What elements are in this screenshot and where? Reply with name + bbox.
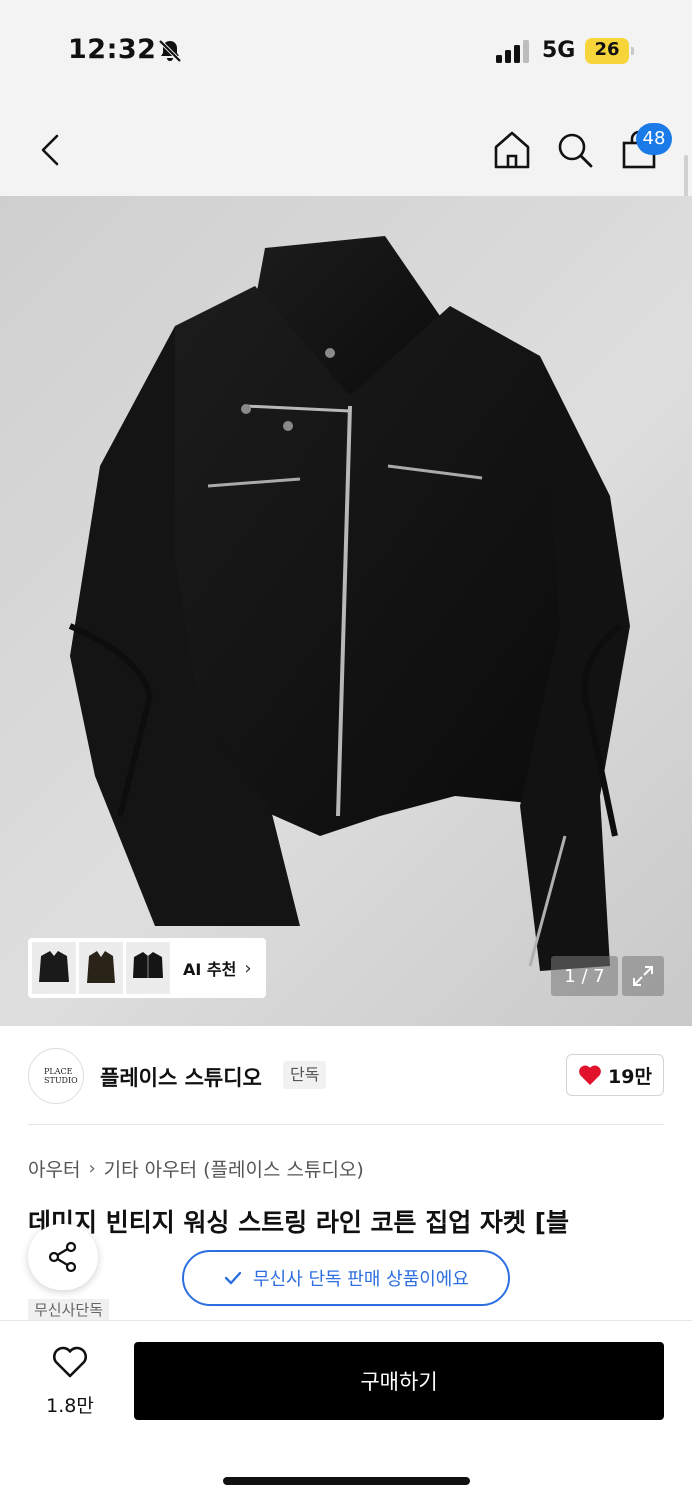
- recommend-thumbnail[interactable]: [126, 942, 170, 994]
- jacket-illustration: [68, 236, 630, 971]
- expand-icon: [633, 966, 653, 986]
- search-icon: [558, 133, 593, 168]
- divider: [28, 1124, 664, 1125]
- product-image[interactable]: AI 추천 › 1 / 7: [0, 196, 692, 1026]
- status-time: 12:32: [68, 34, 157, 65]
- cellular-signal-icon: [496, 40, 529, 63]
- wishlist-count: 1.8만: [46, 1395, 94, 1417]
- chevron-right-icon: ›: [244, 957, 252, 979]
- home-icon: [494, 131, 530, 169]
- exclusive-notice-text: 무신사 단독 판매 상품이에요: [253, 1269, 469, 1290]
- breadcrumb: 아우터 › 기타 아우터 (플레이스 스튜디오): [28, 1155, 364, 1182]
- exclusive-notice-pill[interactable]: 무신사 단독 판매 상품이에요: [182, 1250, 510, 1306]
- ai-recommend-panel[interactable]: AI 추천 ›: [28, 938, 266, 998]
- brand-like-count: 19만: [608, 1065, 652, 1088]
- brand-like-button[interactable]: 19만: [566, 1054, 664, 1096]
- breadcrumb-subcategory[interactable]: 기타 아우터 (플레이스 스튜디오): [104, 1155, 364, 1182]
- home-button[interactable]: [488, 124, 536, 176]
- brand-row: PLACE STUDIO 플레이스 스튜디오 단독 19만: [28, 1046, 664, 1106]
- top-nav-bar: [0, 100, 692, 196]
- share-button[interactable]: [28, 1224, 98, 1290]
- brand-logo-text: PLACE STUDIO: [44, 1067, 78, 1085]
- bottom-action-bar: 1.8만 구매하기: [0, 1320, 692, 1500]
- battery-level: 26: [594, 39, 620, 60]
- bell-off-icon: [158, 39, 182, 63]
- expand-image-button[interactable]: [622, 956, 664, 996]
- cart-count-badge: 48: [636, 123, 672, 155]
- wishlist-button[interactable]: 1.8만: [30, 1345, 110, 1421]
- product-title: 데미지 빈티지 워싱 스트링 라인 코튼 집업 자켓 [블: [28, 1208, 570, 1237]
- brand-name[interactable]: 플레이스 스튜디오: [100, 1062, 262, 1092]
- chevron-left-icon: [41, 134, 59, 166]
- status-bar: 12:32 5G 26: [0, 0, 692, 100]
- recommend-thumbnail[interactable]: [32, 942, 76, 994]
- heart-outline-icon: [53, 1346, 87, 1378]
- brand-exclusive-tag: 단독: [283, 1061, 327, 1089]
- ai-recommend-label: AI 추천: [183, 960, 237, 979]
- chevron-right-icon: ›: [88, 1158, 96, 1179]
- image-page-counter: 1 / 7: [551, 956, 618, 996]
- home-indicator: [223, 1477, 470, 1485]
- recommend-thumbnail[interactable]: [79, 942, 123, 994]
- brand-logo[interactable]: PLACE STUDIO: [28, 1048, 84, 1104]
- battery-icon: 26: [585, 38, 635, 64]
- share-icon: [48, 1241, 77, 1273]
- search-button[interactable]: [551, 124, 599, 176]
- back-button[interactable]: [26, 124, 74, 176]
- heart-filled-icon: [579, 1065, 601, 1085]
- checkmark-icon: [224, 1271, 242, 1285]
- musinsa-exclusive-tag: 무신사단독: [28, 1299, 110, 1321]
- buy-button[interactable]: 구매하기: [134, 1342, 664, 1420]
- breadcrumb-category[interactable]: 아우터: [28, 1155, 80, 1182]
- network-type: 5G: [542, 38, 576, 63]
